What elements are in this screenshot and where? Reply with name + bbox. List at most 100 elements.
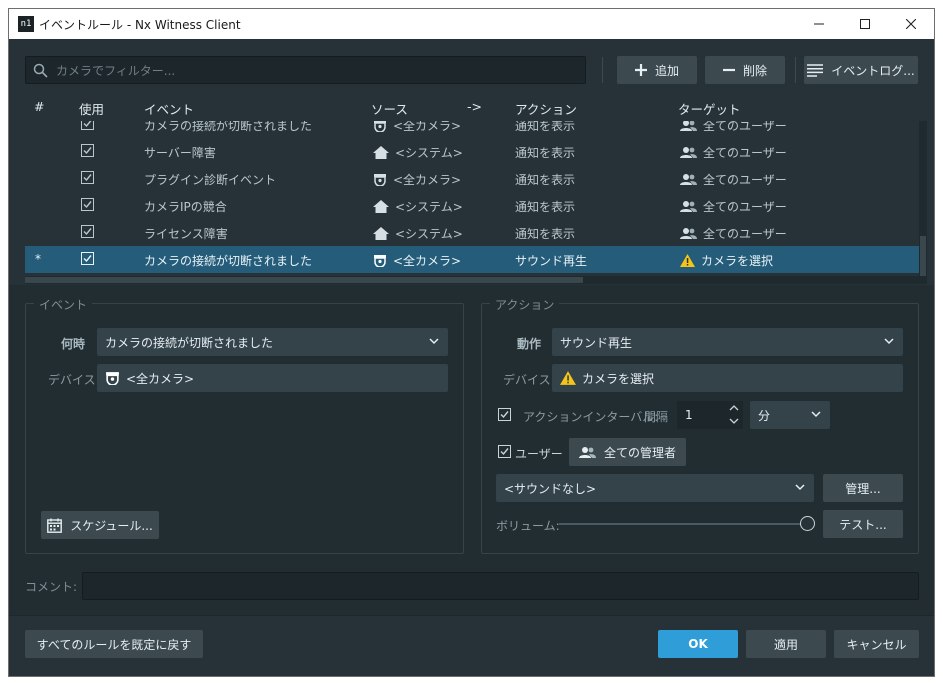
when-label: 何時 [61, 337, 86, 351]
users-icon [680, 174, 697, 185]
calendar-icon [47, 518, 63, 533]
minimize-button[interactable] [796, 9, 842, 39]
action-device-select[interactable]: カメラを選択 [552, 364, 903, 392]
users-label: ユーザー [515, 447, 563, 461]
enabled-checkbox[interactable] [81, 121, 94, 130]
comment-label: コメント: [25, 580, 78, 594]
vertical-scrollbar[interactable] [919, 121, 927, 284]
interval-checkbox[interactable] [498, 408, 511, 421]
row-target-text: 全てのユーザー [703, 227, 787, 241]
scrollbar-thumb[interactable] [920, 236, 926, 276]
delete-rule-button[interactable]: 削除 [705, 56, 785, 84]
maximize-button[interactable] [842, 9, 888, 39]
spin-arrows-icon[interactable] [729, 403, 739, 427]
col-enabled: 使用 [79, 102, 105, 117]
event-type-select[interactable]: カメラの接続が切断されました [97, 328, 448, 356]
users-checkbox[interactable] [498, 445, 511, 458]
volume-slider-track[interactable] [559, 523, 807, 525]
event-rules-window: n1 イベントルール - Nx Witness Client 追加 削除 イベン… [8, 8, 935, 677]
row-target: 全てのユーザー [680, 121, 787, 134]
table-row[interactable]: サーバー障害 <システム> 通知を表示 全てのユーザー [25, 138, 919, 165]
sound-select[interactable]: <サウンドなし> [496, 474, 814, 502]
col-source: ソース [371, 102, 408, 117]
test-label: テスト... [839, 517, 887, 532]
row-target: 全てのユーザー [680, 225, 787, 242]
schedule-button[interactable]: スケジュール... [41, 511, 159, 539]
row-source-text: <システム> [395, 227, 463, 241]
row-source: <システム> [373, 225, 463, 242]
interval-value: 1 [685, 408, 693, 422]
enabled-checkbox[interactable] [81, 252, 94, 265]
action-device-value: カメラを選択 [582, 371, 655, 386]
event-device-select[interactable]: <全カメラ> [97, 364, 448, 392]
action-type-select[interactable]: サウンド再生 [552, 328, 903, 356]
enabled-checkbox[interactable] [81, 171, 94, 184]
add-rule-button[interactable]: 追加 [617, 56, 697, 84]
window-title: イベントルール - Nx Witness Client [39, 18, 241, 32]
row-target: カメラを選択 [680, 252, 773, 269]
row-source-text: <全カメラ> [393, 121, 462, 133]
row-event: プラグイン診断イベント [144, 173, 277, 187]
table-row-selected[interactable]: * カメラの接続が切断されました <全カメラ> サウンド再生 カメラを選択 [25, 246, 919, 273]
chevron-down-icon [795, 484, 805, 491]
plus-icon [634, 64, 647, 76]
row-action: サウンド再生 [515, 254, 588, 268]
app-icon: n1 [18, 16, 34, 32]
manage-label: 管理... [845, 481, 881, 496]
row-source: <システム> [373, 144, 463, 161]
table-row[interactable]: カメラの接続が切断されました <全カメラ> 通知を表示 全てのユーザー [25, 121, 919, 138]
ok-button[interactable]: OK [658, 630, 738, 658]
table-row[interactable]: ライセンス障害 <システム> 通知を表示 全てのユーザー [25, 219, 919, 246]
minimize-icon [814, 23, 824, 25]
camera-filter[interactable] [25, 56, 586, 84]
row-event: サーバー障害 [144, 146, 216, 160]
interval-spinbox[interactable]: 1 [677, 401, 743, 429]
row-action: 通知を表示 [515, 173, 576, 187]
manage-sounds-button[interactable]: 管理... [823, 474, 903, 502]
horizontal-scrollbar[interactable] [25, 276, 919, 284]
interval-unit-value: 分 [758, 408, 771, 423]
table-row[interactable]: カメラIPの競合 <システム> 通知を表示 全てのユーザー [25, 192, 919, 219]
row-event: カメラの接続が切断されました [144, 121, 313, 133]
select-users-button[interactable]: 全ての管理者 [569, 438, 686, 466]
row-action: 通知を表示 [515, 146, 576, 160]
reset-rules-button[interactable]: すべてのルールを既定に戻す [25, 630, 203, 658]
row-action: 通知を表示 [515, 121, 576, 133]
row-target-text: 全てのユーザー [703, 173, 787, 187]
row-target-text: 全てのユーザー [703, 146, 787, 160]
chevron-down-icon [429, 338, 439, 345]
event-log-label: イベントログ... [831, 63, 915, 78]
users-value: 全ての管理者 [603, 445, 676, 460]
enabled-checkbox[interactable] [81, 225, 94, 238]
chevron-down-icon [884, 338, 894, 345]
interval-label: アクションインターバル: [523, 410, 659, 424]
close-button[interactable] [888, 9, 934, 39]
interval-unit-select[interactable]: 分 [750, 401, 830, 429]
col-action: アクション [515, 102, 577, 117]
search-icon [33, 63, 48, 78]
chevron-down-icon [811, 411, 821, 418]
test-sound-button[interactable]: テスト... [823, 510, 903, 538]
table-row[interactable]: プラグイン診断イベント <全カメラ> 通知を表示 全てのユーザー [25, 165, 919, 192]
row-source: <全カメラ> [373, 171, 461, 188]
row-target: 全てのユーザー [680, 171, 787, 188]
search-input[interactable] [56, 61, 576, 80]
enabled-checkbox[interactable] [81, 144, 94, 157]
users-icon [680, 201, 697, 212]
comment-input[interactable] [82, 572, 919, 600]
cancel-label: キャンセル [846, 637, 907, 652]
cancel-button[interactable]: キャンセル [834, 630, 919, 658]
users-icon [680, 121, 697, 131]
add-label: 追加 [654, 63, 679, 78]
warning-icon [680, 254, 695, 267]
row-source-text: <システム> [395, 146, 463, 160]
volume-slider-handle[interactable] [800, 516, 815, 531]
apply-button[interactable]: 適用 [746, 630, 826, 658]
scrollbar-thumb[interactable] [25, 277, 583, 283]
users-icon [680, 228, 697, 239]
row-target-text: カメラを選択 [701, 254, 774, 268]
event-log-button[interactable]: イベントログ... [804, 56, 918, 84]
enabled-checkbox[interactable] [81, 198, 94, 211]
sound-value: <サウンドなし> [504, 481, 597, 496]
camera-icon [374, 255, 386, 267]
